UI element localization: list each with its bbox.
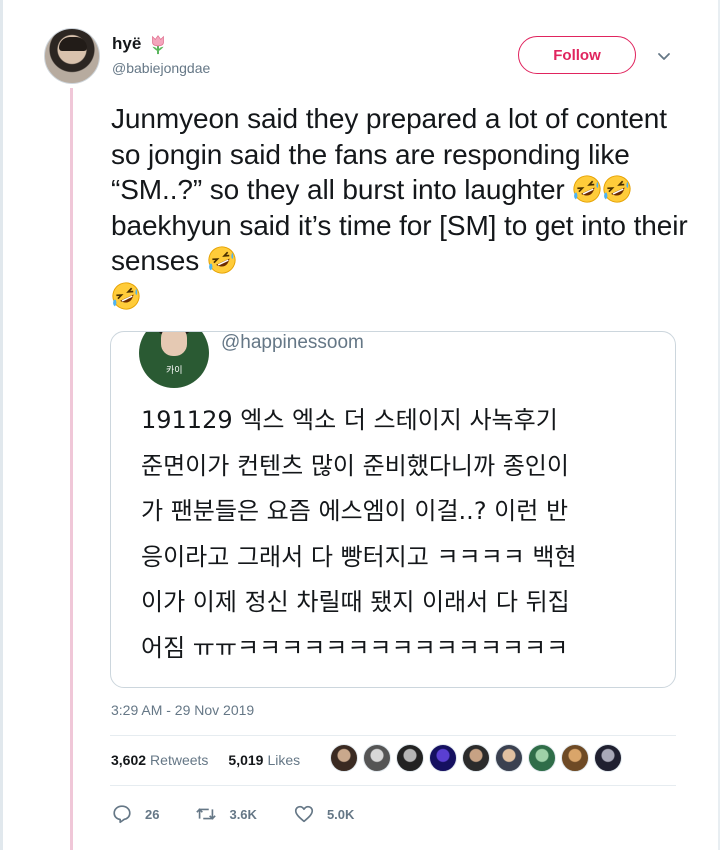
liker-avatar[interactable] [462, 744, 490, 772]
follow-button[interactable]: Follow [518, 36, 636, 74]
retweet-button[interactable]: 3.6K [195, 803, 257, 825]
heart-icon [294, 805, 314, 823]
quoted-author-handle: @happinessoom [221, 332, 364, 353]
divider [110, 735, 676, 736]
reply-count: 26 [145, 806, 160, 822]
liker-avatar[interactable] [561, 744, 589, 772]
tweet-actions: 26 3.6K 5.0K [111, 803, 390, 825]
tweet-timestamp[interactable]: 3:29 AM - 29 Nov 2019 [111, 702, 254, 718]
liker-avatar[interactable] [528, 744, 556, 772]
liker-avatars [330, 744, 622, 772]
reply-button[interactable]: 26 [111, 803, 159, 825]
liker-avatar[interactable] [330, 744, 358, 772]
author-name-row[interactable]: hyë [112, 33, 169, 55]
engagement-stats: 3,602 Retweets 5,019 Likes [111, 752, 300, 768]
retweets-label[interactable]: Retweets [150, 752, 208, 768]
like-count: 5.0K [326, 806, 355, 822]
author-avatar[interactable] [44, 28, 100, 84]
chevron-down-icon[interactable] [656, 48, 672, 64]
likes-label[interactable]: Likes [267, 752, 300, 768]
thread-line [70, 88, 73, 850]
rofl-emoji-icon [208, 246, 236, 274]
quoted-tweet-text: 191129 엑스 엑소 더 스테이지 사녹후기 준면이가 컨텐츠 많이 준비했… [141, 406, 577, 662]
liker-avatar[interactable] [363, 744, 391, 772]
likes-count[interactable]: 5,019 [228, 752, 263, 768]
rofl-emoji-icon [603, 175, 631, 203]
liker-avatar[interactable] [495, 744, 523, 772]
tulip-icon [152, 35, 165, 55]
liker-avatar[interactable] [396, 744, 424, 772]
reply-icon [113, 805, 131, 824]
quoted-avatar-tag: 카이 [166, 365, 183, 375]
tweet-text-part: baekhyun said it’s time for [SM] to get … [111, 209, 688, 277]
retweet-count: 3.6K [229, 806, 257, 822]
quoted-tweet[interactable]: 카이 @happinessoom 191129 엑스 엑소 더 스테이지 사녹후… [110, 331, 676, 688]
tweet-text: Junmyeon said they prepared a lot of con… [111, 101, 691, 314]
quoted-author-avatar: 카이 [139, 332, 209, 388]
author-name[interactable]: hyë [112, 34, 141, 54]
divider [110, 785, 676, 786]
liker-avatar[interactable] [594, 744, 622, 772]
rofl-emoji-icon [112, 281, 140, 310]
rofl-emoji-icon [573, 175, 601, 203]
like-button[interactable]: 5.0K [293, 803, 354, 825]
liker-avatar[interactable] [429, 744, 457, 772]
frame-border-left [0, 0, 3, 850]
retweets-count[interactable]: 3,602 [111, 752, 146, 768]
retweet-icon [196, 808, 217, 820]
author-handle[interactable]: @babiejongdae [112, 60, 210, 76]
